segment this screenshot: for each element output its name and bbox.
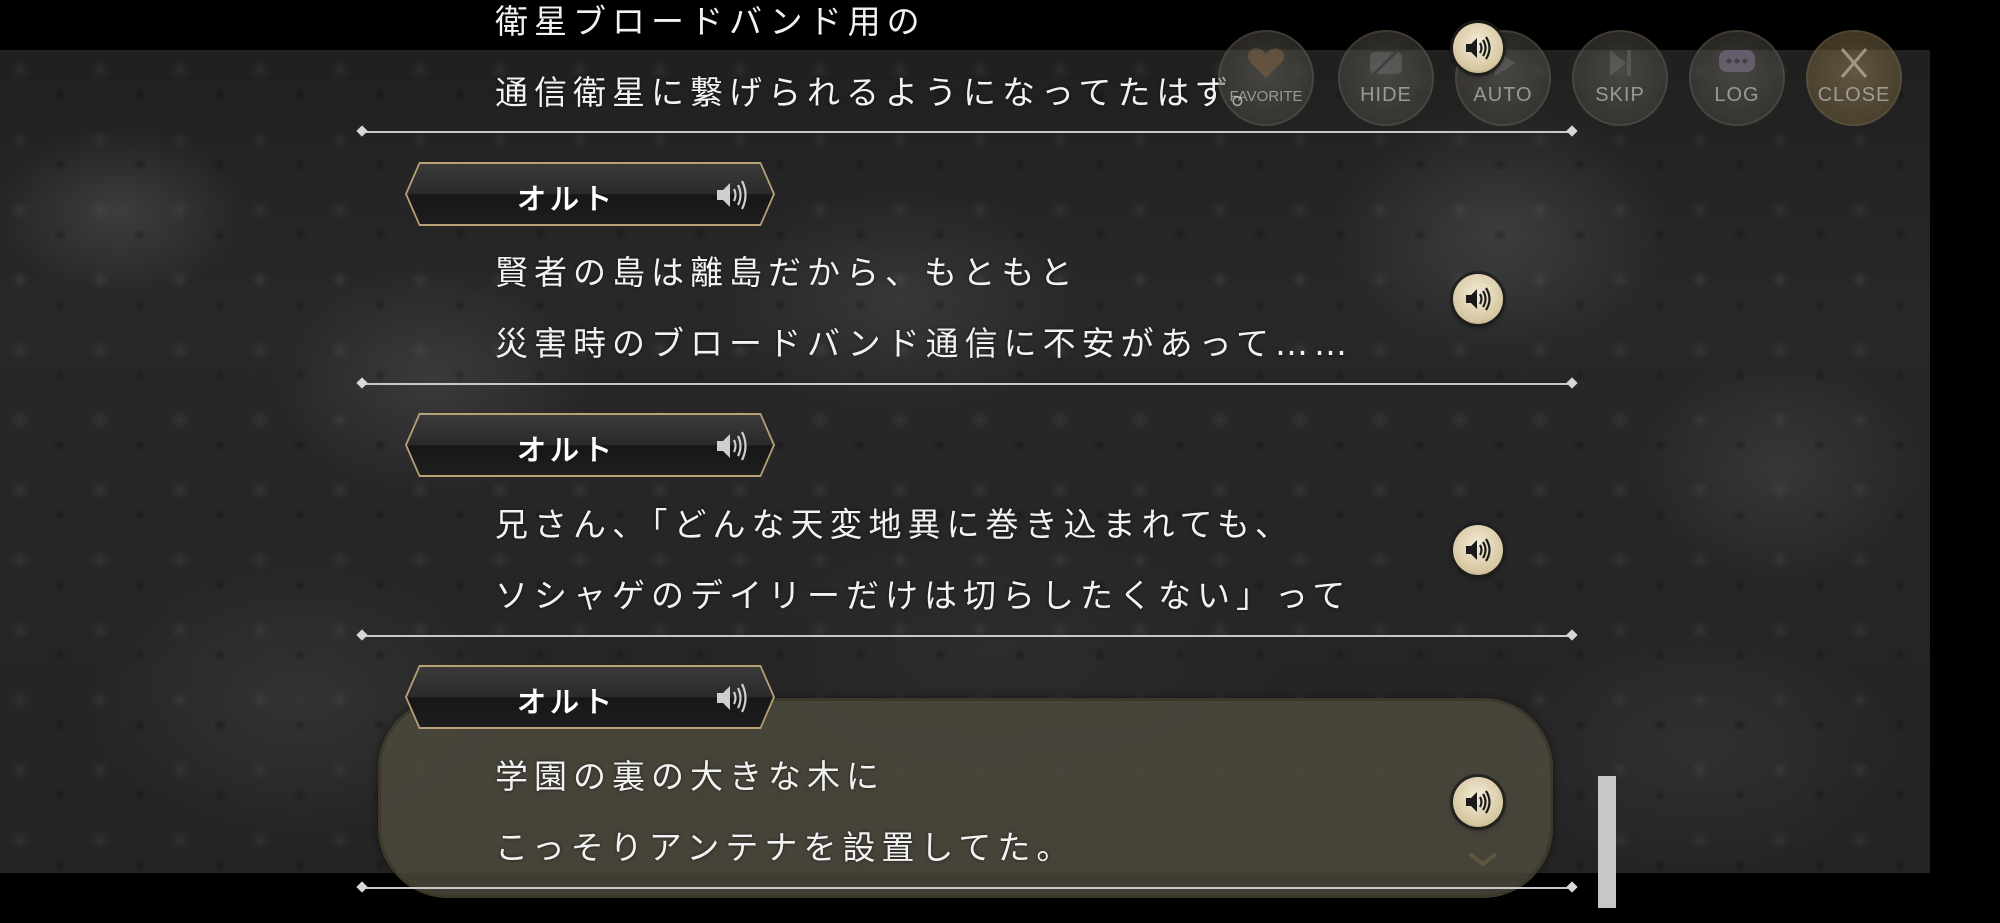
skip-icon (1610, 50, 1631, 76)
voice-play-button[interactable] (1453, 274, 1503, 324)
log-scrollbar-track[interactable] (1597, 50, 1617, 873)
message-line: こっそりアンテナを設置してた。 (495, 828, 1076, 867)
backlog-screen: 衛星ブロードバンド用の 通信衛星に繋げられるようになってたはず。 オルト 賢者の… (0, 0, 2000, 923)
voice-play-button[interactable] (1453, 525, 1503, 575)
close-button[interactable]: CLOSE (1806, 30, 1902, 126)
message-line: 学園の裏の大きな木に (495, 757, 885, 796)
auto-label: AUTO (1473, 84, 1533, 106)
log-label: LOG (1714, 84, 1760, 106)
heart-icon (1248, 48, 1284, 78)
skip-button[interactable]: SKIP (1572, 30, 1668, 126)
chat-bubble-icon (1719, 50, 1755, 72)
hide-button[interactable]: HIDE (1338, 30, 1434, 126)
favorite-button[interactable]: FAVORITE (1218, 30, 1314, 126)
voice-play-button[interactable] (1453, 777, 1503, 827)
message-line: 兄さん、「どんな天変地異に巻き込まれても、 (495, 505, 1294, 544)
speaker-nameplate: オルト (405, 162, 775, 226)
message-line: ソシャゲのデイリーだけは切らしたくない」って (495, 576, 1352, 615)
speaker-name: オルト (517, 685, 617, 719)
voice-play-icon (1466, 287, 1491, 311)
skip-label: SKIP (1595, 84, 1645, 106)
top-letterbox (0, 0, 2000, 50)
message-line: 賢者の島は離島だから、もともと (495, 253, 1079, 292)
message-line: 通信衛星に繋げられるようになってたはず。 (495, 73, 1271, 112)
message-line-partial: 衛星ブロードバンド用の (495, 2, 926, 41)
log-button[interactable]: LOG (1689, 30, 1785, 126)
speaker-name: オルト (517, 433, 617, 467)
speaker-name: オルト (517, 182, 617, 216)
voice-play-icon (1466, 36, 1491, 60)
voice-play-icon (1466, 538, 1491, 562)
hide-eye-icon (1370, 48, 1402, 76)
entry-divider (362, 635, 1572, 637)
entry-divider (362, 131, 1572, 133)
speaker-icon (717, 683, 747, 713)
chevron-down-icon (1468, 852, 1498, 866)
speaker-icon (717, 431, 747, 461)
speaker-nameplate: オルト (405, 413, 775, 477)
hide-label: HIDE (1360, 84, 1412, 106)
favorite-label: FAVORITE (1229, 88, 1303, 105)
voice-play-icon (1466, 790, 1491, 814)
right-letterbox (1930, 0, 2000, 923)
close-icon (1840, 48, 1868, 78)
close-label: CLOSE (1817, 84, 1891, 106)
entry-divider (362, 383, 1572, 385)
voice-play-button[interactable] (1453, 23, 1503, 73)
speaker-icon (717, 180, 747, 210)
entry-divider (362, 887, 1572, 889)
speaker-nameplate: オルト (405, 665, 775, 729)
log-scrollbar-thumb[interactable] (1598, 776, 1616, 908)
message-line: 災害時のブロードバンド通信に不安があって…… (495, 324, 1353, 363)
